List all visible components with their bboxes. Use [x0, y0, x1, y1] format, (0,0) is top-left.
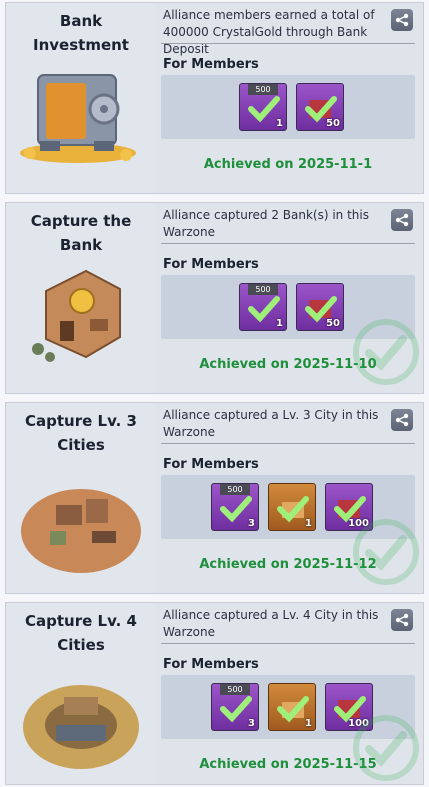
reward-item[interactable]: 500 3 — [211, 683, 259, 731]
achievement-left-panel: Capture Lv. 3 Cities — [6, 403, 156, 593]
for-members-label: For Members — [163, 257, 259, 272]
reward-count: 3 — [248, 518, 255, 529]
reward-item[interactable]: 500 3 — [211, 483, 259, 531]
completed-stamp-icon — [353, 715, 419, 781]
reward-count: 3 — [248, 718, 255, 729]
completed-stamp-icon — [353, 319, 419, 385]
divider — [161, 643, 415, 644]
achievement-left-panel: Capture the Bank — [6, 203, 156, 393]
reward-count: 1 — [305, 718, 312, 729]
achievement-card-capture-lv3: Capture Lv. 3 Cities Alliance captured a… — [5, 402, 424, 594]
achievement-left-panel: Bank Investment — [6, 3, 156, 193]
completed-stamp-icon — [353, 519, 419, 585]
achievement-card-bank-investment: Bank Investment Alliance members earned … — [5, 2, 424, 194]
achievement-description: Alliance captured a Lv. 4 City in this W… — [163, 608, 379, 639]
achievement-title: Bank Investment — [33, 12, 129, 54]
divider — [161, 43, 415, 44]
reward-count: 50 — [326, 118, 340, 129]
rewards-panel: 500 1 50 — [161, 75, 415, 139]
share-icon — [395, 413, 409, 427]
reward-count: 50 — [326, 318, 340, 329]
share-button[interactable] — [391, 209, 413, 231]
reward-item[interactable]: 50 — [296, 83, 344, 131]
share-button[interactable] — [391, 409, 413, 431]
reward-item[interactable]: 1 — [268, 683, 316, 731]
divider — [161, 243, 415, 244]
divider — [161, 443, 415, 444]
achievement-description: Alliance captured a Lv. 3 City in this W… — [163, 408, 379, 439]
achievement-title: Capture the Bank — [30, 212, 132, 254]
for-members-label: For Members — [163, 57, 259, 72]
share-button[interactable] — [391, 609, 413, 631]
reward-item[interactable]: 1 — [268, 483, 316, 531]
achievement-title: Capture Lv. 4 Cities — [25, 612, 137, 654]
reward-item[interactable]: 50 — [296, 283, 344, 331]
share-icon — [395, 613, 409, 627]
share-button[interactable] — [391, 9, 413, 31]
for-members-label: For Members — [163, 657, 259, 672]
reward-count: 1 — [276, 318, 283, 329]
achievement-left-panel: Capture Lv. 4 Cities — [6, 603, 156, 784]
vault-image — [20, 74, 136, 163]
achieved-date: Achieved on 2025-11-1 — [203, 157, 373, 172]
share-icon — [395, 213, 409, 227]
for-members-label: For Members — [163, 457, 259, 472]
reward-item[interactable]: 500 1 — [239, 83, 287, 131]
reward-count: 1 — [305, 518, 312, 529]
city-lv4-image — [23, 685, 139, 769]
achievement-card-capture-lv4: Capture Lv. 4 Cities Alliance captured a… — [5, 602, 424, 785]
reward-count: 1 — [276, 118, 283, 129]
reward-item[interactable]: 500 1 — [239, 283, 287, 331]
achievement-title: Capture Lv. 3 Cities — [25, 412, 137, 454]
share-icon — [395, 13, 409, 27]
achievement-description: Alliance members earned a total of 40000… — [163, 8, 375, 56]
bank-building-image — [32, 269, 121, 362]
achievement-description: Alliance captured 2 Bank(s) in this Warz… — [163, 208, 369, 239]
city-lv3-image — [21, 489, 141, 573]
achievement-card-capture-bank: Capture the Bank Alliance captured 2 Ban… — [5, 202, 424, 394]
